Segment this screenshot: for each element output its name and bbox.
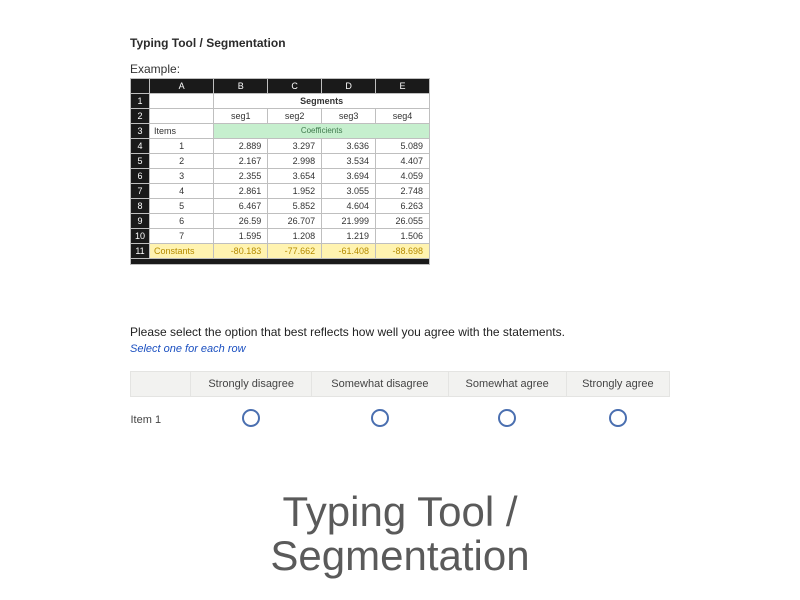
cell: 26.707 <box>268 214 322 229</box>
col-letter: A <box>150 79 214 94</box>
cell: 3.534 <box>322 154 376 169</box>
likert-radio[interactable] <box>609 409 627 427</box>
coefficients-label: Coefficients <box>214 124 430 139</box>
data-row: 10 7 1.595 1.208 1.219 1.506 <box>131 229 430 244</box>
segment-name: seg2 <box>268 109 322 124</box>
cell: 26.59 <box>214 214 268 229</box>
cell: 21.999 <box>322 214 376 229</box>
cell: 6.263 <box>376 199 430 214</box>
item-index: 2 <box>150 154 214 169</box>
cell: 2.167 <box>214 154 268 169</box>
row-number: 10 <box>131 229 150 244</box>
cell: 3.297 <box>268 139 322 154</box>
cell: 2.355 <box>214 169 268 184</box>
data-row: 5 2 2.167 2.998 3.534 4.407 <box>131 154 430 169</box>
cell: 5.089 <box>376 139 430 154</box>
likert-radio[interactable] <box>498 409 516 427</box>
row-number: 5 <box>131 154 150 169</box>
cell: 3.694 <box>322 169 376 184</box>
item-index: 5 <box>150 199 214 214</box>
cell: 4.407 <box>376 154 430 169</box>
data-row: 4 1 2.889 3.297 3.636 5.089 <box>131 139 430 154</box>
likert-radio[interactable] <box>242 409 260 427</box>
cell: 5.852 <box>268 199 322 214</box>
row-number: 7 <box>131 184 150 199</box>
data-row: 9 6 26.59 26.707 21.999 26.055 <box>131 214 430 229</box>
likert-option-header: Somewhat agree <box>448 372 566 397</box>
item-index: 1 <box>150 139 214 154</box>
cell: 2.998 <box>268 154 322 169</box>
row-number: 1 <box>131 94 150 109</box>
col-letter: C <box>268 79 322 94</box>
segment-name: seg3 <box>322 109 376 124</box>
example-spreadsheet: A B C D E 1 Segments 2 seg1 seg2 seg3 se… <box>130 78 430 265</box>
data-row: 7 4 2.861 1.952 3.055 2.748 <box>131 184 430 199</box>
segment-name: seg4 <box>376 109 430 124</box>
row-number: 2 <box>131 109 150 124</box>
corner-cell <box>131 79 150 94</box>
item-index: 6 <box>150 214 214 229</box>
cell: 2.861 <box>214 184 268 199</box>
item-index: 7 <box>150 229 214 244</box>
data-row: 6 3 2.355 3.654 3.694 4.059 <box>131 169 430 184</box>
survey-prompt: Please select the option that best refle… <box>130 325 670 339</box>
cell: 1.952 <box>268 184 322 199</box>
cell: 2.748 <box>376 184 430 199</box>
col-letter: B <box>214 79 268 94</box>
segment-name: seg1 <box>214 109 268 124</box>
cell: 3.055 <box>322 184 376 199</box>
row-number: 11 <box>131 244 150 259</box>
constants-row: 11 Constants -80.183 -77.662 -61.408 -88… <box>131 244 430 259</box>
row-number: 8 <box>131 199 150 214</box>
cell: 4.059 <box>376 169 430 184</box>
cell: 3.636 <box>322 139 376 154</box>
likert-radio[interactable] <box>371 409 389 427</box>
caption-title: Typing Tool /Segmentation <box>0 490 800 578</box>
constants-label: Constants <box>150 244 214 259</box>
likert-option-header: Strongly disagree <box>191 372 312 397</box>
cell: 26.055 <box>376 214 430 229</box>
likert-item-label: Item 1 <box>131 397 191 443</box>
row-number: 3 <box>131 124 150 139</box>
page-title: Typing Tool / Segmentation <box>130 36 670 50</box>
example-label: Example: <box>130 62 670 76</box>
row-number: 6 <box>131 169 150 184</box>
row-number: 9 <box>131 214 150 229</box>
data-row: 8 5 6.467 5.852 4.604 6.263 <box>131 199 430 214</box>
survey-instruction: Select one for each row <box>130 343 670 355</box>
likert-option-header: Somewhat disagree <box>312 372 448 397</box>
cell: 1.208 <box>268 229 322 244</box>
cell: 1.219 <box>322 229 376 244</box>
cell: -77.662 <box>268 244 322 259</box>
cell: 6.467 <box>214 199 268 214</box>
cell: 1.595 <box>214 229 268 244</box>
likert-empty-header <box>131 372 191 397</box>
segments-label: Segments <box>214 94 430 109</box>
item-index: 4 <box>150 184 214 199</box>
items-label: Items <box>150 124 214 139</box>
cell: -88.698 <box>376 244 430 259</box>
col-letter: D <box>322 79 376 94</box>
likert-grid: Strongly disagree Somewhat disagree Some… <box>130 371 670 442</box>
survey-block: Please select the option that best refle… <box>130 325 670 442</box>
col-letter: E <box>376 79 430 94</box>
cell: 3.654 <box>268 169 322 184</box>
item-index: 3 <box>150 169 214 184</box>
row-number: 4 <box>131 139 150 154</box>
cell: -80.183 <box>214 244 268 259</box>
cell: 4.604 <box>322 199 376 214</box>
cell: -61.408 <box>322 244 376 259</box>
likert-row: Item 1 <box>131 397 670 443</box>
likert-option-header: Strongly agree <box>566 372 669 397</box>
cell: 2.889 <box>214 139 268 154</box>
cell: 1.506 <box>376 229 430 244</box>
